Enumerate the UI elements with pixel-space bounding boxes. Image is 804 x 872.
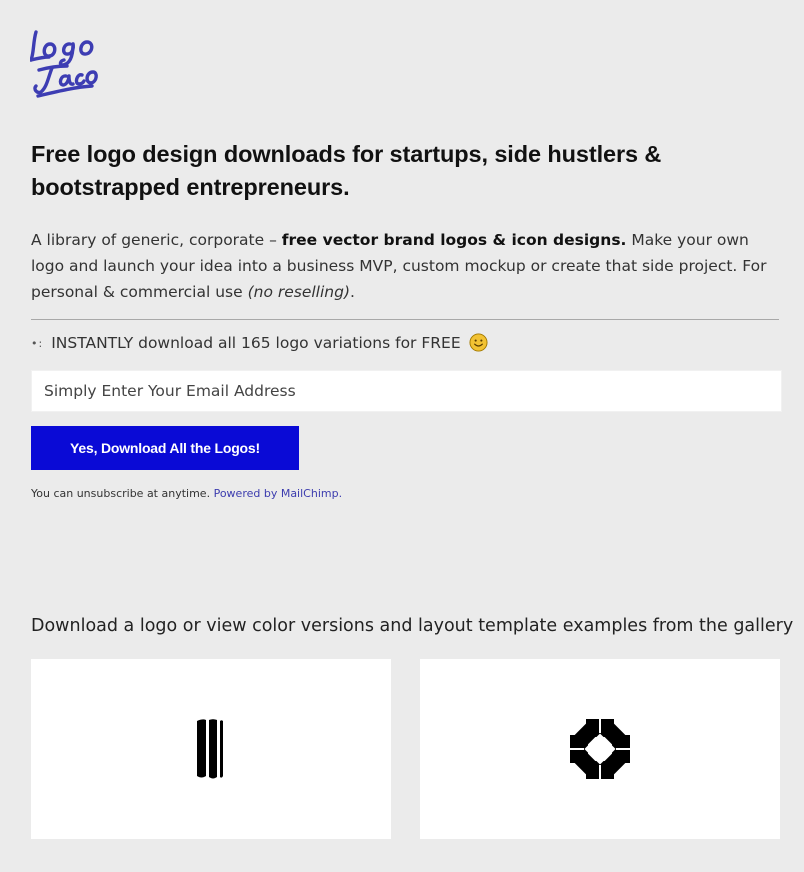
download-all-logos-button[interactable]: Yes, Download All the Logos! — [31, 426, 299, 470]
intro-paragraph: A library of generic, corporate – free v… — [31, 227, 776, 305]
bars-logo-icon — [197, 719, 223, 779]
section-divider — [31, 319, 779, 320]
email-input[interactable] — [31, 370, 782, 412]
intro-highlight: free vector brand logos & icon designs. — [281, 231, 627, 249]
smiley-icon — [469, 333, 488, 352]
bullet-icon: •: — [31, 337, 44, 350]
page-headline: Free logo design downloads for startups,… — [31, 141, 662, 200]
site-logo[interactable] — [30, 26, 100, 100]
unsubscribe-note: You can unsubscribe at anytime. Powered … — [31, 486, 342, 502]
instant-download-note: •: INSTANTLY download all 165 logo variat… — [31, 331, 771, 356]
flower-logo-icon — [570, 719, 630, 779]
intro-note: (no reselling) — [247, 283, 351, 301]
powered-by-mailchimp-link[interactable]: Powered by MailChimp. — [214, 487, 343, 500]
instant-download-text: INSTANTLY download all 165 logo variatio… — [51, 334, 461, 352]
gallery-intro: Download a logo or view color versions a… — [31, 616, 794, 636]
intro-end: . — [350, 283, 355, 301]
page: Free logo design downloads for startups,… — [0, 0, 804, 872]
gallery-card-flower-logo[interactable] — [420, 659, 780, 839]
gallery-card-bars-logo[interactable] — [31, 659, 391, 839]
unsubscribe-text: You can unsubscribe at anytime. — [31, 487, 211, 500]
logo-taco-icon — [30, 30, 98, 98]
intro-text: A library of generic, corporate – — [31, 231, 282, 249]
